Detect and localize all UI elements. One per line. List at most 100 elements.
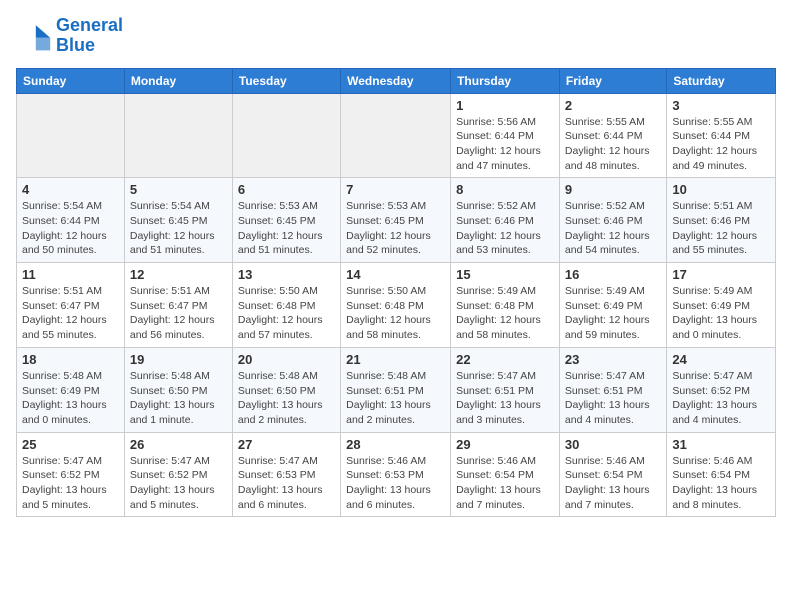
day-number: 26: [130, 437, 227, 452]
calendar-cell: [17, 93, 125, 178]
day-info: Sunrise: 5:51 AM Sunset: 6:46 PM Dayligh…: [672, 199, 770, 258]
day-info: Sunrise: 5:54 AM Sunset: 6:44 PM Dayligh…: [22, 199, 119, 258]
day-number: 10: [672, 182, 770, 197]
calendar-cell: 15Sunrise: 5:49 AM Sunset: 6:48 PM Dayli…: [451, 263, 560, 348]
day-number: 30: [565, 437, 661, 452]
weekday-header: Wednesday: [341, 68, 451, 93]
weekday-header: Thursday: [451, 68, 560, 93]
calendar-cell: 14 Sunrise: 5:50 AM Sunset: 6:48 PM Dayli…: [341, 263, 451, 348]
calendar-cell: 13 Sunrise: 5:50 AM Sunset: 6:48 PM Dayli…: [232, 263, 340, 348]
calendar-cell: [124, 93, 232, 178]
calendar-cell: 27Sunrise: 5:47 AM Sunset: 6:53 PM Dayli…: [232, 432, 340, 517]
day-number: 17: [672, 267, 770, 282]
calendar-week: 11 Sunrise: 5:51 AM Sunset: 6:47 PM Dayli…: [17, 263, 776, 348]
day-number: 13: [238, 267, 335, 282]
day-info: Sunrise: 5:46 AM Sunset: 6:54 PM Dayligh…: [456, 454, 554, 513]
logo: General Blue: [16, 16, 123, 56]
calendar-cell: 8 Sunrise: 5:52 AM Sunset: 6:46 PM Daylig…: [451, 178, 560, 263]
day-number: 29: [456, 437, 554, 452]
day-number: 28: [346, 437, 445, 452]
day-info: Sunrise: 5:50 AM Sunset: 6:48 PM Dayligh…: [238, 284, 335, 343]
day-number: 12: [130, 267, 227, 282]
day-number: 14: [346, 267, 445, 282]
calendar-header: SundayMondayTuesdayWednesdayThursdayFrid…: [17, 68, 776, 93]
day-info: Sunrise: 5:46 AM Sunset: 6:53 PM Dayligh…: [346, 454, 445, 513]
calendar-cell: 7 Sunrise: 5:53 AM Sunset: 6:45 PM Daylig…: [341, 178, 451, 263]
day-number: 23: [565, 352, 661, 367]
day-number: 4: [22, 182, 119, 197]
day-number: 24: [672, 352, 770, 367]
day-info: Sunrise: 5:48 AM Sunset: 6:50 PM Dayligh…: [130, 369, 227, 428]
day-info: Sunrise: 5:52 AM Sunset: 6:46 PM Dayligh…: [456, 199, 554, 258]
calendar-cell: [341, 93, 451, 178]
calendar-cell: 11Sunrise: 5:51 AM Sunset: 6:47 PM Dayli…: [17, 263, 125, 348]
day-number: 6: [238, 182, 335, 197]
day-number: 20: [238, 352, 335, 367]
day-number: 16: [565, 267, 661, 282]
day-number: 9: [565, 182, 661, 197]
calendar-cell: 1Sunrise: 5:56 AM Sunset: 6:44 PM Daylig…: [451, 93, 560, 178]
weekday-header: Sunday: [17, 68, 125, 93]
day-info: Sunrise: 5:47 AM Sunset: 6:53 PM Dayligh…: [238, 454, 335, 513]
calendar-cell: 30 Sunrise: 5:46 AM Sunset: 6:54 PM Dayli…: [559, 432, 666, 517]
calendar-cell: 5 Sunrise: 5:54 AM Sunset: 6:45 PM Daylig…: [124, 178, 232, 263]
day-number: 5: [130, 182, 227, 197]
day-info: Sunrise: 5:53 AM Sunset: 6:45 PM Dayligh…: [238, 199, 335, 258]
calendar-cell: 24Sunrise: 5:47 AM Sunset: 6:52 PM Dayli…: [667, 347, 776, 432]
day-info: Sunrise: 5:48 AM Sunset: 6:50 PM Dayligh…: [238, 369, 335, 428]
day-number: 2: [565, 98, 661, 113]
day-info: Sunrise: 5:49 AM Sunset: 6:49 PM Dayligh…: [565, 284, 661, 343]
day-info: Sunrise: 5:55 AM Sunset: 6:44 PM Dayligh…: [565, 115, 661, 174]
calendar-cell: 31 Sunrise: 5:46 AM Sunset: 6:54 PM Dayli…: [667, 432, 776, 517]
day-info: Sunrise: 5:48 AM Sunset: 6:49 PM Dayligh…: [22, 369, 119, 428]
calendar-cell: 3 Sunrise: 5:55 AM Sunset: 6:44 PM Daylig…: [667, 93, 776, 178]
day-info: Sunrise: 5:51 AM Sunset: 6:47 PM Dayligh…: [130, 284, 227, 343]
day-number: 7: [346, 182, 445, 197]
calendar-cell: 23Sunrise: 5:47 AM Sunset: 6:51 PM Dayli…: [559, 347, 666, 432]
day-number: 22: [456, 352, 554, 367]
calendar-week: 4 Sunrise: 5:54 AM Sunset: 6:44 PM Daylig…: [17, 178, 776, 263]
day-info: Sunrise: 5:52 AM Sunset: 6:46 PM Dayligh…: [565, 199, 661, 258]
calendar-cell: [232, 93, 340, 178]
day-number: 25: [22, 437, 119, 452]
calendar-week: 18 Sunrise: 5:48 AM Sunset: 6:49 PM Dayli…: [17, 347, 776, 432]
calendar-cell: 26 Sunrise: 5:47 AM Sunset: 6:52 PM Dayli…: [124, 432, 232, 517]
calendar-cell: 12 Sunrise: 5:51 AM Sunset: 6:47 PM Dayli…: [124, 263, 232, 348]
day-info: Sunrise: 5:54 AM Sunset: 6:45 PM Dayligh…: [130, 199, 227, 258]
day-info: Sunrise: 5:50 AM Sunset: 6:48 PM Dayligh…: [346, 284, 445, 343]
day-info: Sunrise: 5:55 AM Sunset: 6:44 PM Dayligh…: [672, 115, 770, 174]
day-info: Sunrise: 5:46 AM Sunset: 6:54 PM Dayligh…: [672, 454, 770, 513]
day-number: 11: [22, 267, 119, 282]
weekday-header: Saturday: [667, 68, 776, 93]
calendar-cell: 9 Sunrise: 5:52 AM Sunset: 6:46 PM Daylig…: [559, 178, 666, 263]
calendar-cell: 25 Sunrise: 5:47 AM Sunset: 6:52 PM Dayli…: [17, 432, 125, 517]
day-number: 1: [456, 98, 554, 113]
calendar-table: SundayMondayTuesdayWednesdayThursdayFrid…: [16, 68, 776, 518]
logo-text: General Blue: [56, 16, 123, 56]
calendar-cell: 4 Sunrise: 5:54 AM Sunset: 6:44 PM Daylig…: [17, 178, 125, 263]
calendar-cell: 19 Sunrise: 5:48 AM Sunset: 6:50 PM Dayli…: [124, 347, 232, 432]
calendar-cell: 17 Sunrise: 5:49 AM Sunset: 6:49 PM Dayli…: [667, 263, 776, 348]
day-number: 8: [456, 182, 554, 197]
calendar-cell: 18 Sunrise: 5:48 AM Sunset: 6:49 PM Dayli…: [17, 347, 125, 432]
calendar-cell: 20 Sunrise: 5:48 AM Sunset: 6:50 PM Dayli…: [232, 347, 340, 432]
day-info: Sunrise: 5:46 AM Sunset: 6:54 PM Dayligh…: [565, 454, 661, 513]
weekday-header: Tuesday: [232, 68, 340, 93]
calendar-week: 25 Sunrise: 5:47 AM Sunset: 6:52 PM Dayli…: [17, 432, 776, 517]
logo-icon: [16, 18, 52, 54]
day-info: Sunrise: 5:47 AM Sunset: 6:52 PM Dayligh…: [22, 454, 119, 513]
day-number: 19: [130, 352, 227, 367]
calendar-cell: 2 Sunrise: 5:55 AM Sunset: 6:44 PM Daylig…: [559, 93, 666, 178]
day-info: Sunrise: 5:48 AM Sunset: 6:51 PM Dayligh…: [346, 369, 445, 428]
page-header: General Blue: [16, 16, 776, 56]
calendar-cell: 29 Sunrise: 5:46 AM Sunset: 6:54 PM Dayli…: [451, 432, 560, 517]
day-info: Sunrise: 5:49 AM Sunset: 6:49 PM Dayligh…: [672, 284, 770, 343]
day-number: 3: [672, 98, 770, 113]
day-number: 31: [672, 437, 770, 452]
day-info: Sunrise: 5:53 AM Sunset: 6:45 PM Dayligh…: [346, 199, 445, 258]
calendar-cell: 28 Sunrise: 5:46 AM Sunset: 6:53 PM Dayli…: [341, 432, 451, 517]
day-number: 21: [346, 352, 445, 367]
day-number: 18: [22, 352, 119, 367]
calendar-cell: 10 Sunrise: 5:51 AM Sunset: 6:46 PM Dayli…: [667, 178, 776, 263]
day-info: Sunrise: 5:47 AM Sunset: 6:52 PM Dayligh…: [130, 454, 227, 513]
